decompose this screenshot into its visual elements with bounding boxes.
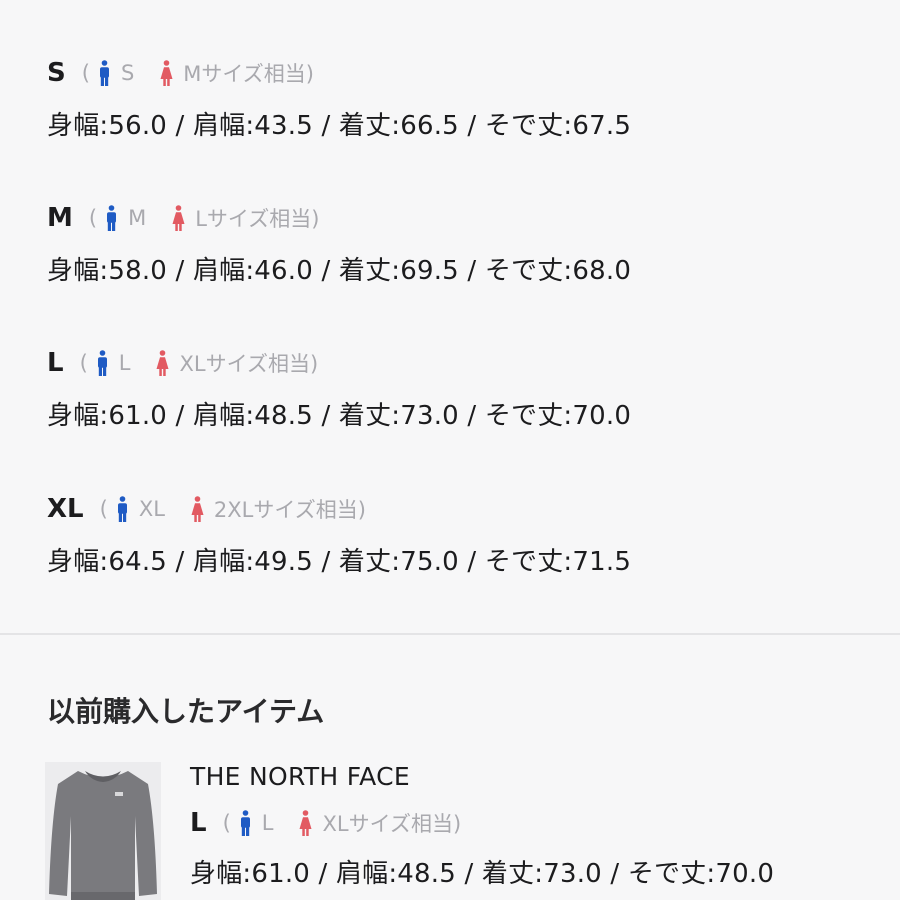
size-header: M ( M Lサイズ相当) (47, 200, 867, 236)
brand-name[interactable]: THE NORTH FACE (190, 762, 890, 791)
size-block-xl: XL ( XL 2XLサイズ相当) 身幅:64.5 / 肩幅:49.5 / 着丈… (47, 491, 867, 578)
open-paren: ( (81, 61, 90, 85)
mens-equivalent: L (118, 351, 131, 375)
open-paren: ( (88, 206, 98, 230)
open-paren: ( (99, 497, 108, 521)
sweatshirt-image (45, 762, 161, 900)
size-block-l: L ( L XLサイズ相当) 身幅:61.0 / 肩幅:48.5 / 着丈:73… (47, 345, 867, 432)
woman-figure-icon (172, 205, 185, 231)
measurements: 身幅:61.0 / 肩幅:48.5 / 着丈:73.0 / そで丈:70.0 (190, 859, 775, 889)
size-header: L ( L XLサイズ相当) (47, 345, 867, 381)
womens-equivalent: 2XLサイズ相当) (213, 498, 366, 522)
man-figure-icon (99, 60, 109, 86)
womens-equivalent: XLサイズ相当) (322, 812, 462, 836)
man-figure-icon (97, 350, 107, 376)
man-figure-icon (107, 205, 117, 231)
man-figure-icon (117, 496, 127, 522)
measurements: 身幅:61.0 / 肩幅:48.5 / 着丈:73.0 / そで丈:70.0 (47, 401, 632, 431)
measurements: 身幅:56.0 / 肩幅:43.5 / 着丈:66.5 / そで丈:67.5 (47, 111, 632, 141)
woman-figure-icon (156, 350, 169, 376)
size-header: XL ( XL 2XLサイズ相当) (47, 491, 867, 527)
measurements: 身幅:58.0 / 肩幅:46.0 / 着丈:69.5 / そで丈:68.0 (47, 256, 632, 286)
mens-equivalent: M (128, 206, 147, 230)
previous-item-info: THE NORTH FACE L ( L XLサイズ相当) 身幅:61.0 / … (190, 762, 890, 890)
open-paren: ( (79, 351, 88, 375)
size-name: S (47, 58, 66, 88)
size-chart-page: S ( S Mサイズ相当) 身幅:56.0 / 肩幅:43.5 / 着丈:66.… (0, 0, 900, 900)
woman-figure-icon (191, 496, 204, 522)
size-header: L ( L XLサイズ相当) (190, 805, 890, 841)
open-paren: ( (222, 811, 231, 835)
size-name: L (47, 348, 64, 378)
size-block-s: S ( S Mサイズ相当) 身幅:56.0 / 肩幅:43.5 / 着丈:66.… (47, 55, 867, 142)
measurements: 身幅:64.5 / 肩幅:49.5 / 着丈:75.0 / そで丈:71.5 (47, 547, 632, 577)
size-name: M (47, 203, 73, 233)
man-figure-icon (240, 810, 250, 836)
woman-figure-icon (160, 60, 173, 86)
womens-equivalent: Lサイズ相当) (195, 207, 320, 231)
womens-equivalent: XLサイズ相当) (179, 352, 319, 376)
size-header: S ( S Mサイズ相当) (47, 55, 867, 91)
previous-items-title: 以前購入したアイテム (47, 695, 325, 728)
woman-figure-icon (299, 810, 312, 836)
size-name: XL (47, 494, 84, 524)
mens-equivalent: XL (138, 497, 165, 521)
mens-equivalent: L (261, 811, 274, 835)
size-block-m: M ( M Lサイズ相当) 身幅:58.0 / 肩幅:46.0 / 着丈:69.… (47, 200, 867, 287)
product-thumbnail[interactable] (45, 762, 161, 900)
section-divider (0, 633, 900, 635)
womens-equivalent: Mサイズ相当) (183, 62, 314, 86)
size-name: L (190, 808, 207, 838)
mens-equivalent: S (120, 61, 135, 85)
